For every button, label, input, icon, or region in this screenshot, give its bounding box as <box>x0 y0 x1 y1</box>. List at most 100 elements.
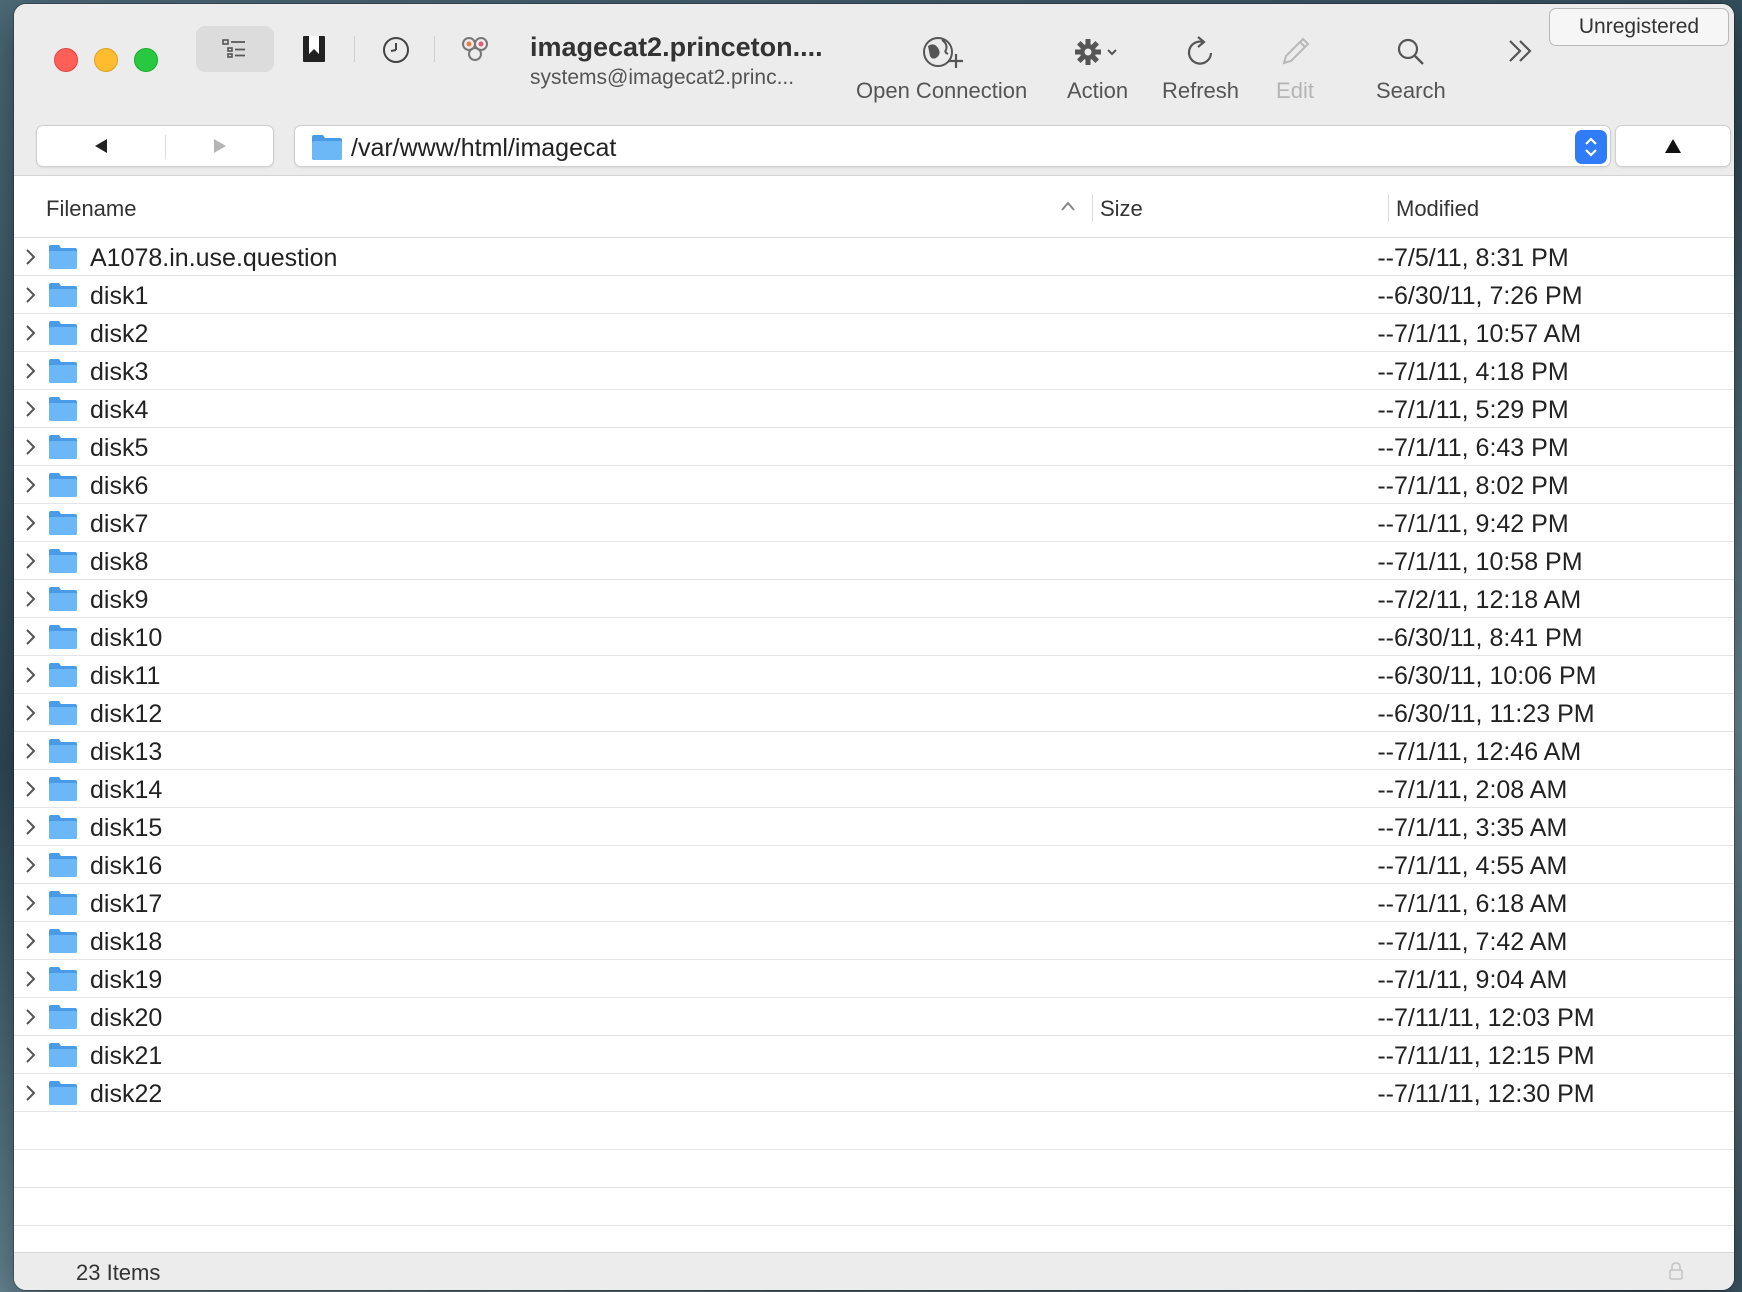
table-row[interactable]: disk3 -- 7/1/11, 4:18 PM <box>14 352 1734 390</box>
file-modified: 7/1/11, 4:55 AM <box>1394 852 1568 880</box>
parent-directory-button[interactable] <box>1615 125 1731 167</box>
open-connection-label: Open Connection <box>856 78 1028 103</box>
table-row[interactable]: disk10 -- 6/30/11, 8:41 PM <box>14 618 1734 656</box>
modified-column-header[interactable]: Modified <box>1396 196 1479 222</box>
table-row[interactable]: disk1 -- 6/30/11, 7:26 PM <box>14 276 1734 314</box>
table-row[interactable]: disk9 -- 7/2/11, 12:18 AM <box>14 580 1734 618</box>
file-size: -- <box>1377 282 1394 310</box>
table-row[interactable]: disk15 -- 7/1/11, 3:35 AM <box>14 808 1734 846</box>
empty-row <box>14 1188 1734 1226</box>
file-size: -- <box>1377 1042 1394 1070</box>
file-modified: 7/11/11, 12:30 PM <box>1394 1080 1595 1108</box>
chevron-right-icon[interactable] <box>24 437 38 457</box>
sort-ascending-icon[interactable] <box>1060 200 1076 212</box>
history-button[interactable] <box>380 34 412 66</box>
column-divider[interactable] <box>1092 194 1093 222</box>
chevron-right-icon[interactable] <box>24 285 38 305</box>
folder-icon <box>49 1005 77 1029</box>
table-row[interactable]: disk20 -- 7/11/11, 12:03 PM <box>14 998 1734 1036</box>
chevron-right-icon[interactable] <box>24 247 38 267</box>
file-name: disk14 <box>90 776 163 804</box>
file-modified: 7/1/11, 6:43 PM <box>1394 434 1569 462</box>
column-divider[interactable] <box>1388 194 1389 222</box>
chevron-right-icon[interactable] <box>24 323 38 343</box>
table-row[interactable]: disk22 -- 7/11/11, 12:30 PM <box>14 1074 1734 1112</box>
file-name: disk20 <box>90 1004 163 1032</box>
chevron-right-icon[interactable] <box>24 399 38 419</box>
action-label: Action <box>1067 78 1129 103</box>
table-row[interactable]: disk13 -- 7/1/11, 12:46 AM <box>14 732 1734 770</box>
file-modified: 7/1/11, 10:58 PM <box>1394 548 1583 576</box>
table-row[interactable]: disk16 -- 7/1/11, 4:55 AM <box>14 846 1734 884</box>
table-row[interactable]: disk7 -- 7/1/11, 9:42 PM <box>14 504 1734 542</box>
bookmarks-button[interactable] <box>300 34 328 64</box>
chevron-right-icon[interactable] <box>24 779 38 799</box>
table-row[interactable]: disk14 -- 7/1/11, 2:08 AM <box>14 770 1734 808</box>
table-row[interactable]: disk12 -- 6/30/11, 11:23 PM <box>14 694 1734 732</box>
back-button[interactable] <box>37 126 165 166</box>
open-connection-button[interactable]: Open Connection <box>856 30 1027 104</box>
file-size: -- <box>1377 852 1394 880</box>
table-row[interactable]: disk2 -- 7/1/11, 10:57 AM <box>14 314 1734 352</box>
size-column-header[interactable]: Size <box>1100 196 1143 222</box>
chevron-right-icon[interactable] <box>24 893 38 913</box>
table-row[interactable]: disk6 -- 7/1/11, 8:02 PM <box>14 466 1734 504</box>
chevron-right-icon[interactable] <box>24 931 38 951</box>
table-row[interactable]: disk8 -- 7/1/11, 10:58 PM <box>14 542 1734 580</box>
chevron-right-icon[interactable] <box>24 551 38 571</box>
action-button[interactable]: Action <box>1067 30 1128 104</box>
chevron-right-icon[interactable] <box>24 475 38 495</box>
file-size: -- <box>1377 358 1394 386</box>
file-name: A1078.in.use.question <box>90 244 338 272</box>
chevron-right-icon[interactable] <box>24 513 38 533</box>
bonjour-button[interactable] <box>458 32 492 66</box>
toolbar: imagecat2.princeton.... systems@imagecat… <box>14 4 1734 176</box>
table-row[interactable]: disk18 -- 7/1/11, 7:42 AM <box>14 922 1734 960</box>
chevron-right-icon[interactable] <box>24 741 38 761</box>
bookmark-icon <box>303 36 325 62</box>
zoom-window-button[interactable] <box>134 48 158 72</box>
chevron-right-icon[interactable] <box>24 589 38 609</box>
chevron-right-icon[interactable] <box>24 855 38 875</box>
table-row[interactable]: A1078.in.use.question -- 7/5/11, 8:31 PM <box>14 238 1734 276</box>
file-modified: 7/1/11, 3:35 AM <box>1394 814 1568 842</box>
edit-button[interactable]: Edit <box>1276 30 1314 104</box>
path-selector[interactable]: /var/www/html/imagecat <box>294 125 1611 167</box>
chevron-right-icon[interactable] <box>24 1045 38 1065</box>
chevron-right-icon[interactable] <box>24 969 38 989</box>
file-modified: 6/30/11, 8:41 PM <box>1394 624 1583 652</box>
chevron-right-icon[interactable] <box>24 1083 38 1103</box>
refresh-label: Refresh <box>1162 78 1240 103</box>
path-popup-button[interactable] <box>1575 130 1607 164</box>
search-button[interactable]: Search <box>1376 30 1446 104</box>
toolbar-overflow-button[interactable] <box>1504 36 1536 66</box>
browser-view-toggle[interactable] <box>196 26 274 72</box>
filename-column-header[interactable]: Filename <box>46 196 136 222</box>
file-modified: 6/30/11, 7:26 PM <box>1394 282 1583 310</box>
folder-icon <box>49 283 77 307</box>
table-row[interactable]: disk5 -- 7/1/11, 6:43 PM <box>14 428 1734 466</box>
folder-icon <box>49 321 77 345</box>
table-row[interactable]: disk19 -- 7/1/11, 9:04 AM <box>14 960 1734 998</box>
minimize-window-button[interactable] <box>94 48 118 72</box>
table-row[interactable]: disk11 -- 6/30/11, 10:06 PM <box>14 656 1734 694</box>
unregistered-badge[interactable]: Unregistered <box>1549 8 1729 46</box>
folder-icon <box>49 549 77 573</box>
chevron-right-icon[interactable] <box>24 703 38 723</box>
table-row[interactable]: disk17 -- 7/1/11, 6:18 AM <box>14 884 1734 922</box>
folder-icon <box>49 359 77 383</box>
file-size: -- <box>1377 320 1394 348</box>
edit-label: Edit <box>1276 78 1314 103</box>
close-window-button[interactable] <box>54 48 78 72</box>
table-row[interactable]: disk4 -- 7/1/11, 5:29 PM <box>14 390 1734 428</box>
file-name: disk7 <box>90 510 149 538</box>
refresh-button[interactable]: Refresh <box>1162 30 1239 104</box>
chevron-right-icon[interactable] <box>24 361 38 381</box>
chevron-right-icon[interactable] <box>24 817 38 837</box>
table-row[interactable]: disk21 -- 7/11/11, 12:15 PM <box>14 1036 1734 1074</box>
chevron-right-icon[interactable] <box>24 1007 38 1027</box>
chevron-right-icon[interactable] <box>24 665 38 685</box>
forward-button[interactable] <box>165 126 275 166</box>
search-label: Search <box>1376 78 1446 103</box>
chevron-right-icon[interactable] <box>24 627 38 647</box>
